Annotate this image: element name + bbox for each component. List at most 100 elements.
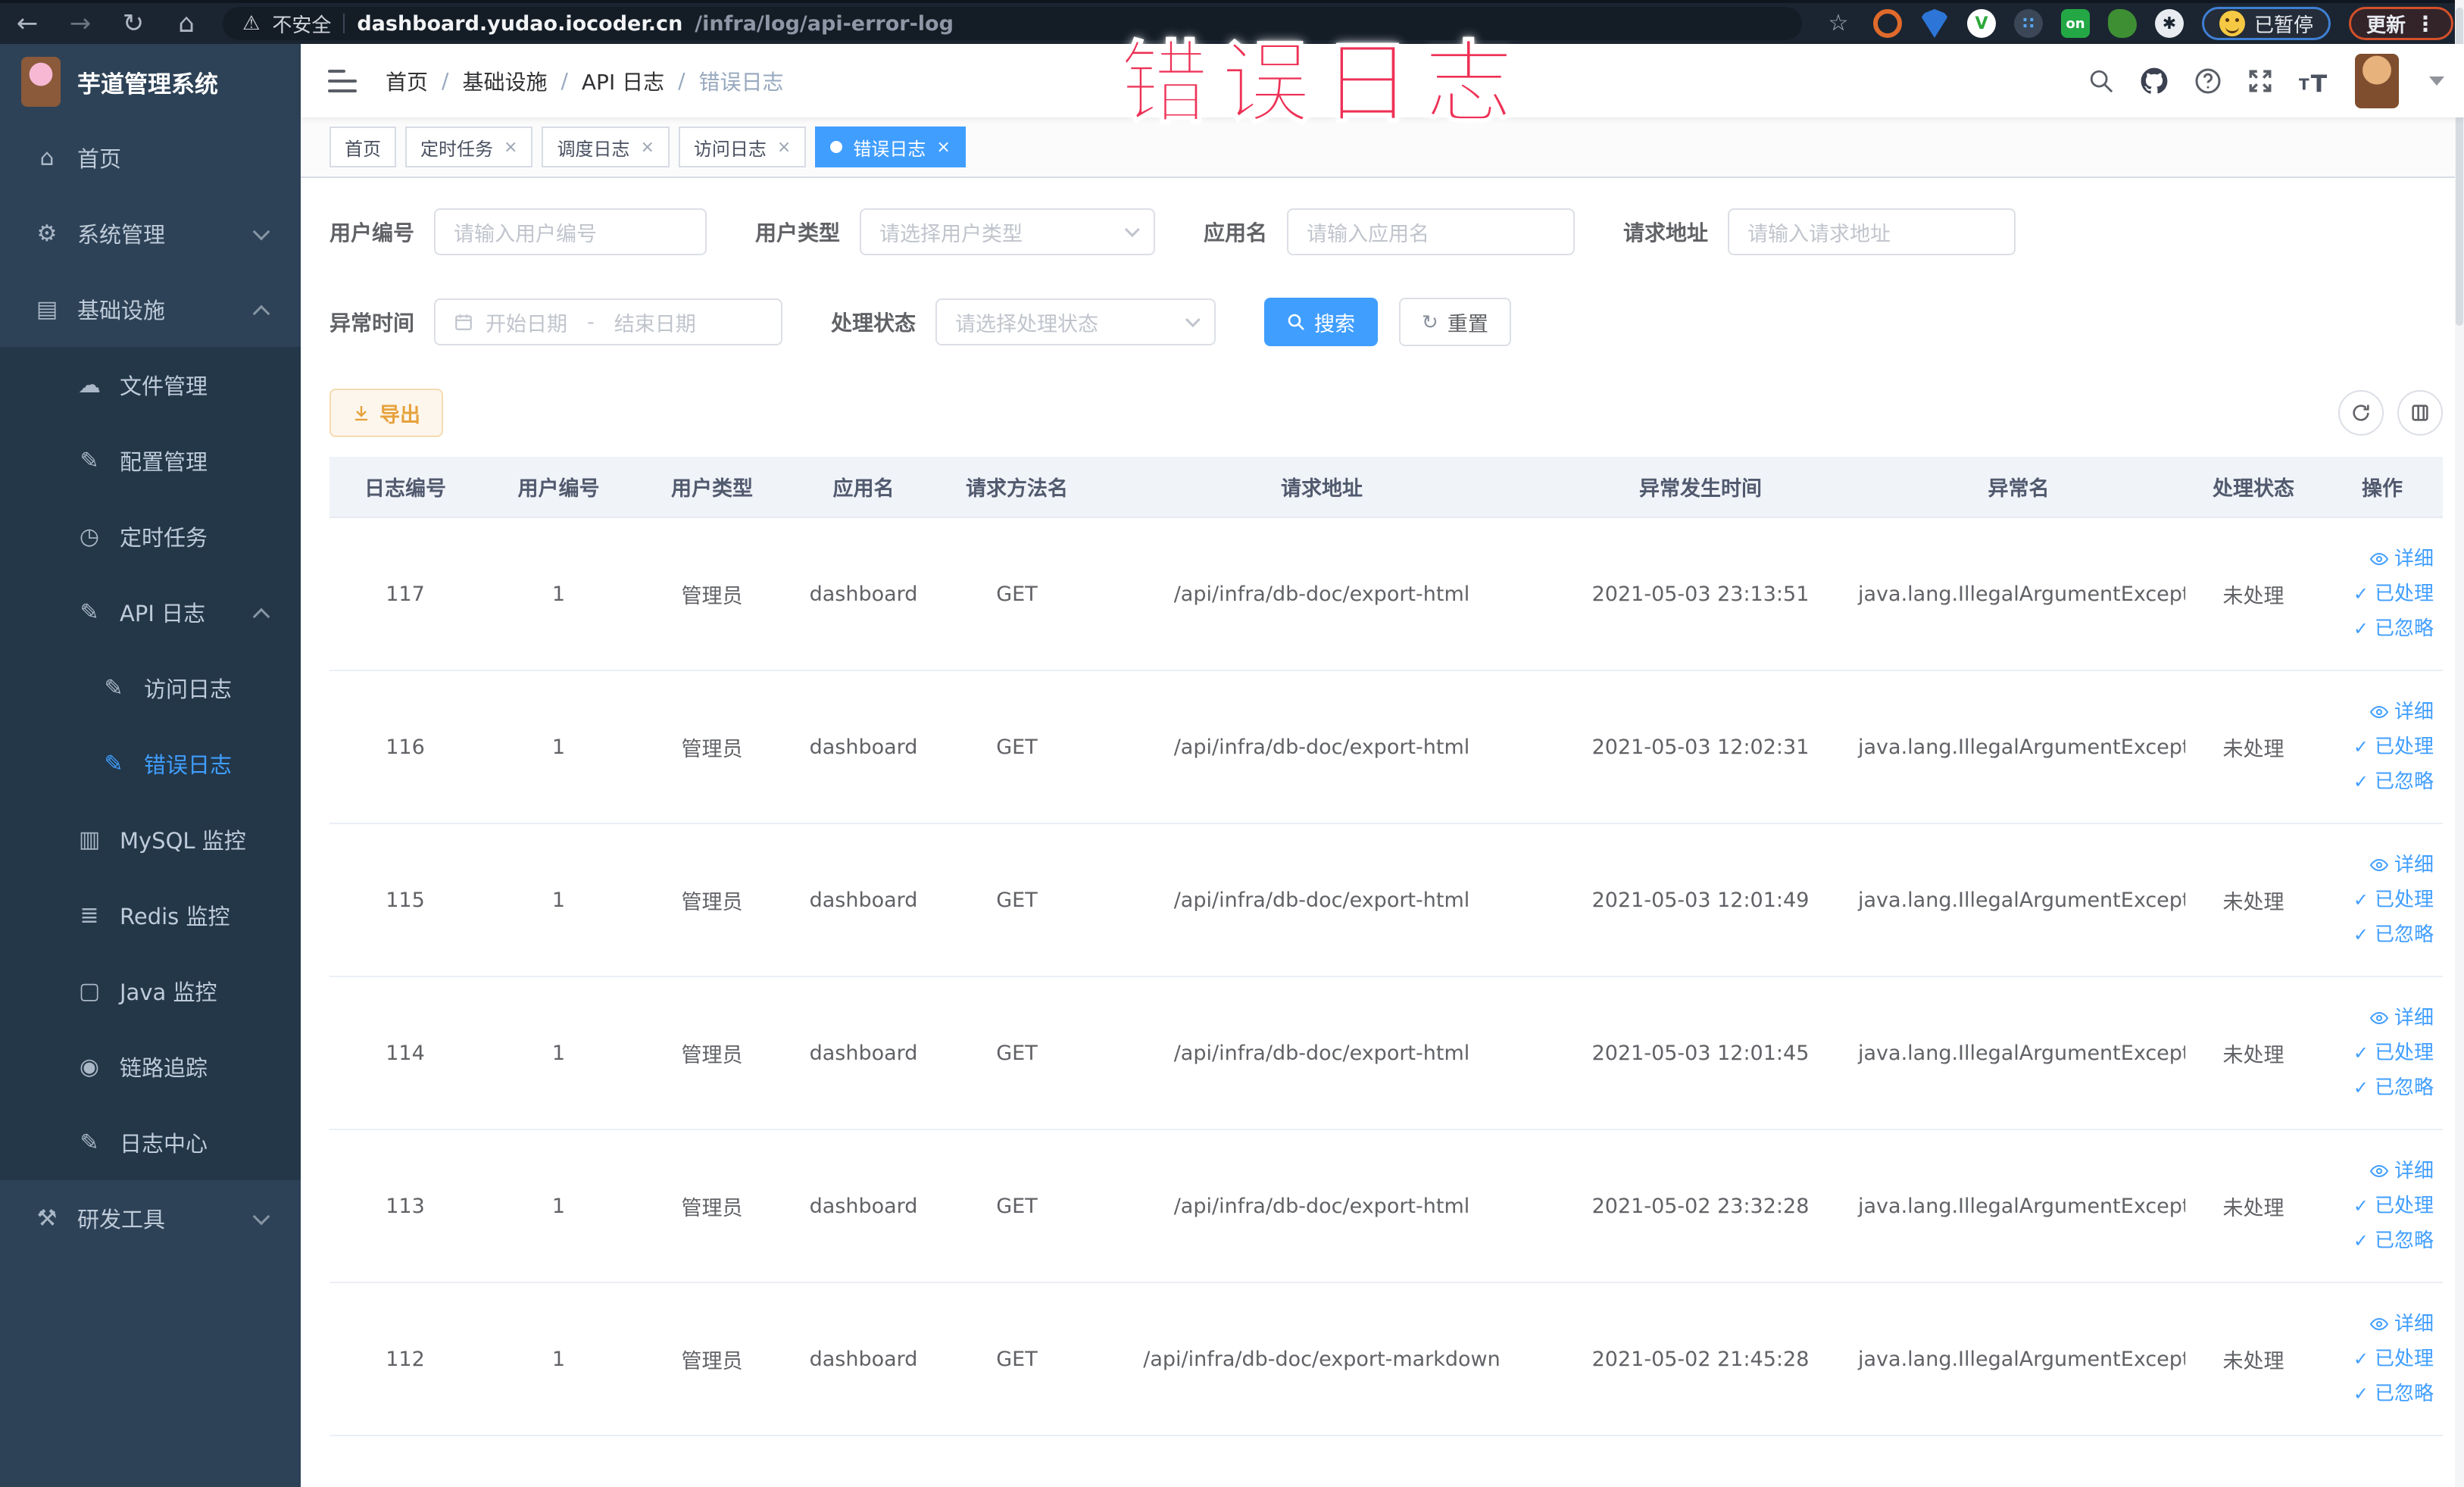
sidebar-item-定时任务[interactable]: ◷ 定时任务 — [0, 498, 301, 574]
start-date-placeholder: 开始日期 — [486, 312, 568, 336]
sidebar-item-首页[interactable]: ⌂ 首页 — [0, 120, 301, 195]
extensions-puzzle-icon[interactable]: ✱ — [2154, 9, 2184, 38]
breadcrumb-item[interactable]: 基础设施 — [462, 66, 547, 96]
breadcrumb-item[interactable]: 首页 — [386, 66, 428, 96]
column-header-操作: 操作 — [2322, 457, 2443, 518]
column-settings-button[interactable] — [2397, 390, 2443, 436]
sidebar-item-日志中心[interactable]: ✎ 日志中心 — [0, 1104, 301, 1180]
action-详细[interactable]: 详细 — [2328, 855, 2434, 875]
extension-shield-icon[interactable] — [1919, 9, 1949, 38]
bookmark-star-icon[interactable]: ☆ — [1822, 12, 1855, 35]
collapse-sidebar-icon[interactable] — [328, 69, 357, 92]
cell-actions: 详细 ✓ 已处理 ✓ 已忽略 — [2322, 1282, 2443, 1436]
action-label: 已处理 — [2374, 1195, 2434, 1217]
sidebar-item-文件管理[interactable]: ☁ 文件管理 — [0, 347, 301, 423]
tab-错误日志[interactable]: 错误日志 × — [815, 127, 966, 167]
sidebar-item-API 日志[interactable]: ✎ API 日志 — [0, 574, 301, 650]
tab-调度日志[interactable]: 调度日志 × — [542, 127, 670, 167]
action-已处理[interactable]: ✓ 已处理 — [2328, 737, 2434, 757]
extension-v-icon[interactable]: V — [1966, 9, 1996, 38]
action-已忽略[interactable]: ✓ 已忽略 — [2328, 619, 2434, 639]
app-name-input[interactable]: 请输入应用名 — [1287, 208, 1576, 255]
action-已处理[interactable]: ✓ 已处理 — [2328, 1196, 2434, 1216]
address-bar[interactable]: ⚠ 不安全 dashboard.yudao.iocoder.cn/infra/l… — [223, 7, 1802, 40]
help-icon[interactable] — [2194, 67, 2222, 95]
date-range-picker[interactable]: 开始日期 - 结束日期 — [434, 298, 783, 345]
cell-user_id: 1 — [481, 823, 636, 977]
sidebar-item-MySQL 监控[interactable]: ▥ MySQL 监控 — [0, 801, 301, 877]
extension-on-icon[interactable]: on — [2060, 9, 2090, 38]
user-menu-caret-icon[interactable] — [2429, 76, 2444, 86]
action-已忽略[interactable]: ✓ 已忽略 — [2328, 1384, 2434, 1404]
browser-reload-icon[interactable]: ↻ — [117, 11, 150, 36]
font-size-icon[interactable]: TT — [2299, 67, 2329, 95]
sidebar-item-访问日志[interactable]: ✎ 访问日志 — [0, 650, 301, 726]
action-详细[interactable]: 详细 — [2328, 1314, 2434, 1334]
close-tab-icon[interactable]: × — [777, 138, 791, 157]
action-已忽略[interactable]: ✓ 已忽略 — [2328, 1078, 2434, 1098]
browser-home-icon[interactable]: ⌂ — [170, 11, 203, 36]
not-secure-icon: ⚠ — [242, 12, 261, 35]
action-已忽略[interactable]: ✓ 已忽略 — [2328, 1231, 2434, 1251]
sidebar-item-Redis 监控[interactable]: ≣ Redis 监控 — [0, 877, 301, 953]
extension-grid-icon[interactable]: ∷ — [2013, 9, 2043, 38]
cell-id: 116 — [329, 670, 481, 824]
check-icon: ✓ — [2353, 1230, 2369, 1251]
search-button[interactable]: 搜索 — [1264, 298, 1379, 346]
browser-menu-icon[interactable]: ⋮ — [2415, 11, 2436, 36]
action-已处理[interactable]: ✓ 已处理 — [2328, 584, 2434, 604]
tab-首页[interactable]: 首页 — [329, 127, 396, 167]
sidebar-item-错误日志[interactable]: ✎ 错误日志 — [0, 726, 301, 801]
close-tab-icon[interactable]: × — [504, 138, 517, 157]
cell-exception: java.lang.IllegalArgumentException — [1852, 1129, 2185, 1283]
github-icon[interactable] — [2140, 67, 2169, 95]
check-icon: ✓ — [2353, 889, 2369, 911]
user-id-input[interactable]: 请输入用户编号 — [434, 208, 707, 255]
browser-forward-icon[interactable]: → — [64, 11, 97, 36]
app-logo[interactable]: 芋道管理系统 — [0, 44, 301, 120]
action-详细[interactable]: 详细 — [2328, 1008, 2434, 1028]
fullscreen-icon[interactable] — [2247, 68, 2273, 94]
search-icon[interactable] — [2088, 68, 2114, 94]
browser-back-icon[interactable]: ← — [11, 11, 44, 36]
sidebar-item-研发工具[interactable]: ⚒ 研发工具 — [0, 1180, 301, 1256]
export-label: 导出 — [379, 403, 420, 426]
extension-leaf-icon[interactable] — [2107, 9, 2137, 38]
sidebar-item-Java 监控[interactable]: ▢ Java 监控 — [0, 953, 301, 1029]
close-tab-icon[interactable]: × — [936, 138, 950, 157]
action-详细[interactable]: 详细 — [2328, 1161, 2434, 1181]
check-icon: ✓ — [2353, 1348, 2369, 1370]
page-scrollbar[interactable] — [2455, 0, 2464, 1487]
sidebar-item-基础设施[interactable]: ▤ 基础设施 — [0, 271, 301, 347]
extension-icon[interactable] — [1872, 9, 1902, 38]
action-已处理[interactable]: ✓ 已处理 — [2328, 890, 2434, 910]
sidebar-item-配置管理[interactable]: ✎ 配置管理 — [0, 423, 301, 498]
refresh-icon — [2353, 405, 2369, 421]
action-详细[interactable]: 详细 — [2328, 549, 2434, 569]
reset-button[interactable]: ↻ 重置 — [1399, 298, 1511, 346]
action-已处理[interactable]: ✓ 已处理 — [2328, 1349, 2434, 1369]
tab-定时任务[interactable]: 定时任务 × — [405, 127, 533, 167]
cell-exception: java.lang.IllegalArgumentException — [1852, 823, 2185, 977]
action-详细[interactable]: 详细 — [2328, 702, 2434, 722]
database-icon: ▥ — [78, 826, 101, 853]
user-type-select[interactable]: 请选择用户类型 — [860, 208, 1156, 255]
cell-user_id: 1 — [481, 1282, 636, 1436]
refresh-table-button[interactable] — [2338, 390, 2384, 436]
user-avatar[interactable] — [2355, 53, 2399, 108]
close-tab-icon[interactable]: × — [640, 138, 654, 157]
process-status-select[interactable]: 请选择处理状态 — [935, 298, 1216, 345]
action-已忽略[interactable]: ✓ 已忽略 — [2328, 925, 2434, 945]
request-url-input[interactable]: 请输入请求地址 — [1728, 208, 2016, 255]
tab-访问日志[interactable]: 访问日志 × — [678, 127, 807, 167]
update-button[interactable]: 更新 ⋮ — [2348, 7, 2453, 40]
filter-app-name: 应用名 请输入应用名 — [1204, 208, 1576, 255]
paused-badge[interactable]: 已暂停 — [2201, 7, 2331, 40]
action-已忽略[interactable]: ✓ 已忽略 — [2328, 772, 2434, 792]
export-button[interactable]: 导出 — [329, 389, 443, 437]
breadcrumb-item[interactable]: API 日志 — [582, 66, 664, 96]
cell-app_name: dashboard — [788, 976, 939, 1130]
sidebar-item-系统管理[interactable]: ⚙ 系统管理 — [0, 195, 301, 271]
sidebar-item-链路追踪[interactable]: ◉ 链路追踪 — [0, 1029, 301, 1104]
action-已处理[interactable]: ✓ 已处理 — [2328, 1043, 2434, 1063]
